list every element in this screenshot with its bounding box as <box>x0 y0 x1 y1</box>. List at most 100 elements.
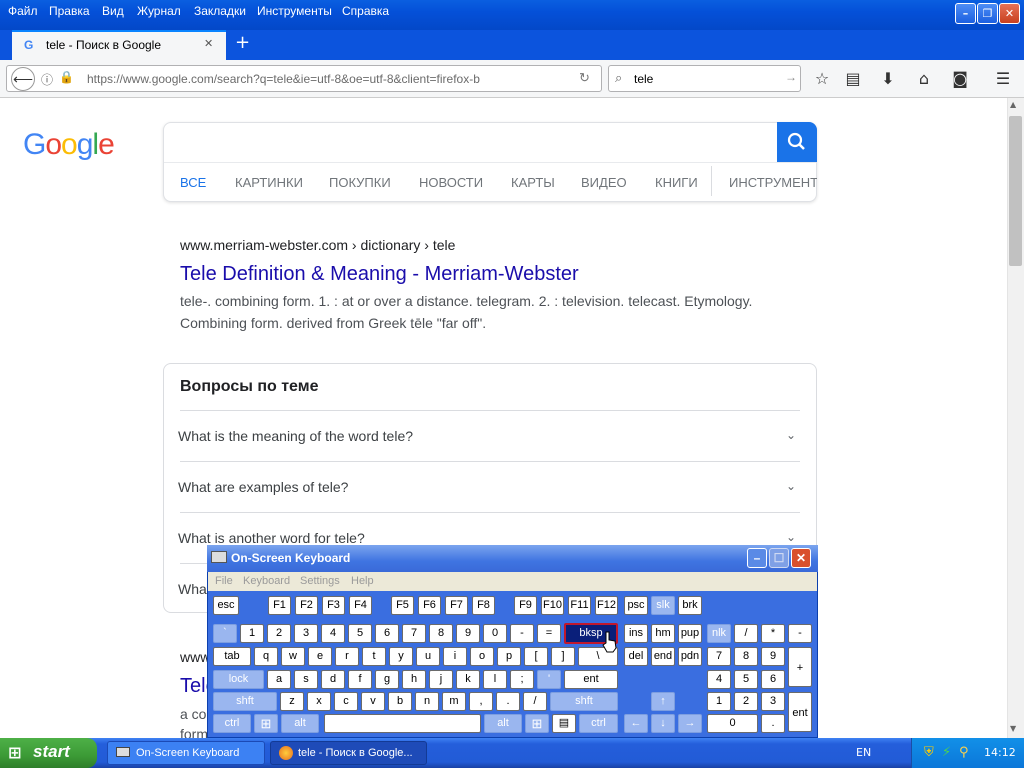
tab-shopping[interactable]: ПОКУПКИ <box>329 175 391 190</box>
key-comma[interactable]: , <box>469 692 493 711</box>
key-o[interactable]: o <box>470 647 494 666</box>
osk-close-button[interactable]: ✕ <box>791 548 811 568</box>
key-brk[interactable]: brk <box>678 596 702 615</box>
key-equals[interactable]: = <box>537 624 561 643</box>
search-bar-value[interactable]: tele <box>634 72 653 86</box>
key-tab[interactable]: tab <box>213 647 251 666</box>
key-c[interactable]: c <box>334 692 358 711</box>
google-logo[interactable]: Google <box>23 128 115 162</box>
key-numpad-0[interactable]: 0 <box>707 714 758 733</box>
question-item[interactable]: What are examples of tele? <box>178 479 348 495</box>
key-left-alt[interactable]: alt <box>281 714 319 733</box>
key-right-ctrl[interactable]: ctrl <box>579 714 618 733</box>
scroll-up-icon[interactable]: ▲ <box>1010 100 1016 109</box>
key-numpad-5[interactable]: 5 <box>734 670 758 689</box>
language-indicator[interactable]: EN <box>856 746 871 759</box>
download-icon[interactable]: ⬇ <box>876 68 900 90</box>
key-period[interactable]: . <box>496 692 520 711</box>
key-del[interactable]: del <box>624 647 648 666</box>
chevron-down-icon[interactable]: ⌄ <box>786 479 800 493</box>
key-ins[interactable]: ins <box>624 624 648 643</box>
key-f11[interactable]: F11 <box>568 596 591 615</box>
key-slash[interactable]: / <box>523 692 547 711</box>
key-f7[interactable]: F7 <box>445 596 468 615</box>
taskbar-item-firefox[interactable]: tele - Поиск в Google... <box>270 741 427 765</box>
key-space[interactable] <box>324 714 481 733</box>
tab-news[interactable]: НОВОСТИ <box>419 175 483 190</box>
key-end[interactable]: end <box>651 647 675 666</box>
key-w[interactable]: w <box>281 647 305 666</box>
menu-tools[interactable]: Инструменты <box>257 4 332 18</box>
key-f4[interactable]: F4 <box>349 596 372 615</box>
key-t[interactable]: t <box>362 647 386 666</box>
menu-history[interactable]: Журнал <box>137 4 181 18</box>
scroll-down-icon[interactable]: ▼ <box>1010 724 1016 733</box>
key-divide[interactable]: / <box>734 624 758 643</box>
bookmark-star-icon[interactable]: ☆ <box>810 68 834 90</box>
osk-title-bar[interactable]: On-Screen Keyboard – ☐ ✕ <box>207 545 818 572</box>
key-left-ctrl[interactable]: ctrl <box>213 714 251 733</box>
osk-menu-help[interactable]: Help <box>351 575 374 587</box>
key-numpad-9[interactable]: 9 <box>761 647 785 666</box>
menu-bookmarks[interactable]: Закладки <box>194 4 246 18</box>
key-2[interactable]: 2 <box>267 624 291 643</box>
key-multiply[interactable]: * <box>761 624 785 643</box>
key-pdn[interactable]: pdn <box>678 647 702 666</box>
tab-close-icon[interactable]: ✕ <box>204 37 213 50</box>
key-caps-lock[interactable]: lock <box>213 670 264 689</box>
key-nlk[interactable]: nlk <box>707 624 731 643</box>
key-h[interactable]: h <box>402 670 426 689</box>
arrow-right-icon[interactable]: → <box>678 714 702 733</box>
arrow-down-icon[interactable]: ↓ <box>651 714 675 733</box>
tab-images[interactable]: КАРТИНКИ <box>235 175 303 190</box>
key-x[interactable]: x <box>307 692 331 711</box>
question-item[interactable]: What <box>178 581 211 597</box>
key-f10[interactable]: F10 <box>541 596 564 615</box>
key-9[interactable]: 9 <box>456 624 480 643</box>
key-y[interactable]: y <box>389 647 413 666</box>
key-g[interactable]: g <box>375 670 399 689</box>
key-left-shift[interactable]: shft <box>213 692 277 711</box>
scrollbar-thumb[interactable] <box>1009 116 1022 266</box>
key-u[interactable]: u <box>416 647 440 666</box>
key-numpad-3[interactable]: 3 <box>761 692 785 711</box>
key-7[interactable]: 7 <box>402 624 426 643</box>
new-tab-button[interactable]: + <box>235 32 250 53</box>
windows-logo-icon[interactable]: ⊞ <box>254 714 278 733</box>
tab-all[interactable]: ВСЕ <box>180 175 206 190</box>
key-q[interactable]: q <box>254 647 278 666</box>
menu-view[interactable]: Вид <box>102 4 124 18</box>
windows-logo-icon[interactable]: ⊞ <box>525 714 549 733</box>
minimize-button[interactable]: – <box>955 3 976 24</box>
key-f3[interactable]: F3 <box>322 596 345 615</box>
key-numpad-7[interactable]: 7 <box>707 647 731 666</box>
key-l[interactable]: l <box>483 670 507 689</box>
search-bar[interactable]: ⌕ tele → <box>608 65 801 92</box>
key-z[interactable]: z <box>280 692 304 711</box>
key-b[interactable]: b <box>388 692 412 711</box>
key-j[interactable]: j <box>429 670 453 689</box>
key-semicolon[interactable]: ; <box>510 670 534 689</box>
hamburger-menu-icon[interactable]: ☰ <box>991 68 1015 90</box>
key-hm[interactable]: hm <box>651 624 675 643</box>
chevron-down-icon[interactable]: ⌄ <box>786 428 800 442</box>
key-right-shift[interactable]: shft <box>550 692 618 711</box>
key-r[interactable]: r <box>335 647 359 666</box>
key-f12[interactable]: F12 <box>595 596 618 615</box>
key-f5[interactable]: F5 <box>391 596 414 615</box>
key-n[interactable]: n <box>415 692 439 711</box>
question-item[interactable]: What is another word for tele? <box>178 530 365 546</box>
tab-tools[interactable]: ИНСТРУМЕНТЫ <box>729 175 817 190</box>
key-numpad-6[interactable]: 6 <box>761 670 785 689</box>
tab-books[interactable]: КНИГИ <box>655 175 698 190</box>
key-5[interactable]: 5 <box>348 624 372 643</box>
key-open-bracket[interactable]: [ <box>524 647 548 666</box>
tab-video[interactable]: ВИДЕО <box>581 175 627 190</box>
back-button[interactable]: ⟵ <box>11 67 35 91</box>
key-slk[interactable]: slk <box>651 596 675 615</box>
key-f[interactable]: f <box>348 670 372 689</box>
key-numpad-plus[interactable]: + <box>788 647 812 687</box>
key-d[interactable]: d <box>321 670 345 689</box>
tab-google[interactable]: G tele - Поиск в Google ✕ <box>12 30 226 60</box>
key-f8[interactable]: F8 <box>472 596 495 615</box>
